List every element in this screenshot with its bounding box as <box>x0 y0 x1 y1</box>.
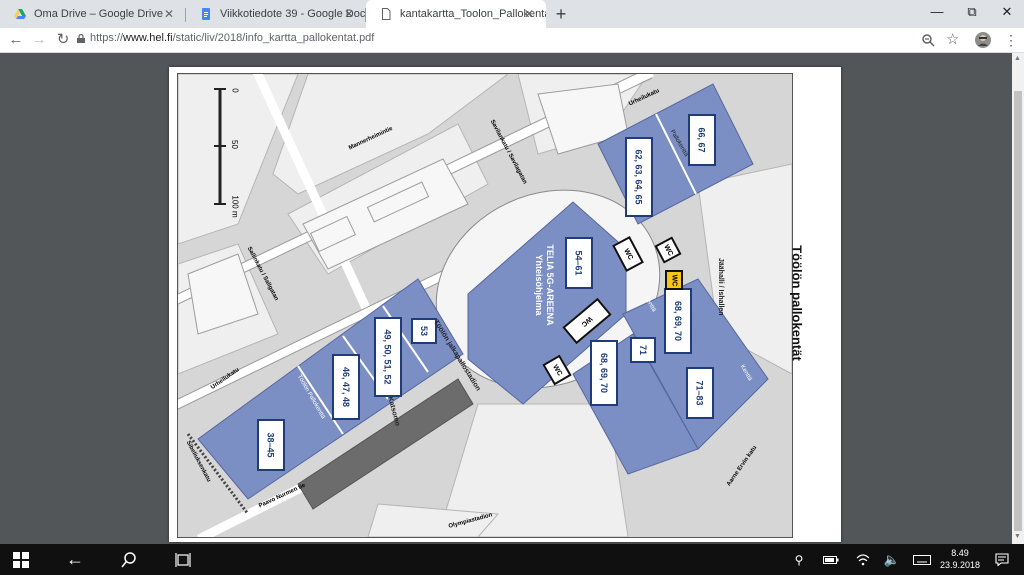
people-icon[interactable]: ⚲ <box>788 544 810 575</box>
new-tab-button[interactable]: + <box>551 4 571 24</box>
wifi-icon[interactable] <box>852 544 874 575</box>
search-button[interactable] <box>112 544 146 575</box>
minimize-button[interactable]: — <box>920 0 954 24</box>
close-tab-icon[interactable]: ✕ <box>162 7 176 21</box>
tab-google-docs[interactable]: Viikkotiedote 39 - Google Docs ✕ <box>186 0 366 28</box>
close-window-button[interactable]: ✕ <box>990 0 1024 24</box>
field-label-62-65: 62, 63, 64, 65 <box>625 137 653 217</box>
pdf-page: 0 50 100 m 38–45 46, 47, 48 49, 50, 51, … <box>169 67 841 542</box>
field-label-46-48: 46, 47, 48 <box>332 354 360 420</box>
scale-end-label: 100 m <box>230 195 240 218</box>
field-label-68-70-b: 68, 69, 70 <box>590 340 618 406</box>
map-title: Töölön pallokentät <box>789 245 805 361</box>
map: 0 50 100 m 38–45 46, 47, 48 49, 50, 51, … <box>177 73 793 538</box>
menu-kebab-icon[interactable]: ⋮ <box>1004 30 1018 50</box>
scale-mid-label: 50 <box>229 140 239 149</box>
system-clock[interactable]: 8.49 23.9.2018 <box>936 547 984 571</box>
forward-button[interactable]: → <box>29 30 49 50</box>
close-tab-icon[interactable]: ✕ <box>342 7 356 21</box>
arena-label: TELIA 5G-AREENA Yhteisöhjelma <box>534 244 555 326</box>
battery-icon[interactable] <box>820 544 842 575</box>
url-path: /static/liv/2018/info_kartta_pallokentat… <box>172 32 375 44</box>
task-view-icon <box>175 552 191 567</box>
google-drive-icon <box>14 9 26 19</box>
ice-hall-label: Jäähalli / Ishallen <box>717 258 724 316</box>
profile-avatar[interactable] <box>975 32 991 48</box>
document-icon <box>382 8 391 20</box>
scroll-up-icon[interactable]: ▲ <box>1014 55 1021 62</box>
reload-button[interactable]: ↻ <box>53 30 73 50</box>
close-tab-icon[interactable]: ✕ <box>522 7 536 21</box>
taskbar: ← ⚲ 🔈 8.49 23.9.2018 <box>0 544 1024 575</box>
field-label-54-61: 54–61 <box>565 237 593 289</box>
scroll-down-icon[interactable]: ▼ <box>1014 533 1021 540</box>
field-label-71-83: 71–83 <box>686 367 714 419</box>
tab-strip: Oma Drive – Google Drive ✕ Viikkotiedote… <box>0 0 1024 28</box>
field-label-38-45: 38–45 <box>257 419 285 471</box>
field-label-68-70-a: 68, 69, 70 <box>664 288 692 354</box>
search-icon <box>121 551 136 567</box>
clock-date: 23.9.2018 <box>939 560 981 570</box>
back-button[interactable]: ← <box>6 30 26 50</box>
field-label-49-52: 49, 50, 51, 52 <box>374 317 402 397</box>
google-docs-icon <box>202 8 210 20</box>
action-center-icon[interactable] <box>990 544 1014 575</box>
url-scheme: https:// <box>90 32 124 44</box>
address-bar[interactable]: https://www.hel.fi/static/liv/2018/info_… <box>90 32 374 44</box>
windows-logo-icon <box>13 551 29 568</box>
task-view-button[interactable] <box>166 544 200 575</box>
tab-pdf-map[interactable]: kantakartta_Toolon_Pallokentat_ ✕ <box>366 0 546 28</box>
tab-google-drive[interactable]: Oma Drive – Google Drive ✕ <box>0 0 186 28</box>
browser-toolbar: ← → ↻ https://www.hel.fi/static/liv/2018… <box>0 28 1024 53</box>
lock-icon <box>77 34 85 43</box>
start-button[interactable] <box>0 544 42 575</box>
restore-button[interactable]: ⧉ <box>955 0 989 24</box>
volume-icon[interactable]: 🔈 <box>880 544 904 575</box>
field-label-71: 71 <box>630 337 656 363</box>
zoom-icon[interactable] <box>921 33 935 47</box>
scrollbar-thumb[interactable] <box>1014 91 1022 531</box>
url-host: www.hel.fi <box>123 32 173 44</box>
back-arrow-icon[interactable]: ← <box>58 544 92 575</box>
keyboard-icon[interactable] <box>910 544 934 575</box>
bookmark-star-icon[interactable]: ☆ <box>946 30 959 48</box>
field-label-66-67: 66, 67 <box>688 114 716 166</box>
clock-time: 8.49 <box>951 548 969 558</box>
scrollbar[interactable]: ▲ ▼ <box>1012 53 1024 544</box>
wc-accessible-marker: WC <box>665 270 683 290</box>
scale-zero-label: 0 <box>230 88 240 93</box>
